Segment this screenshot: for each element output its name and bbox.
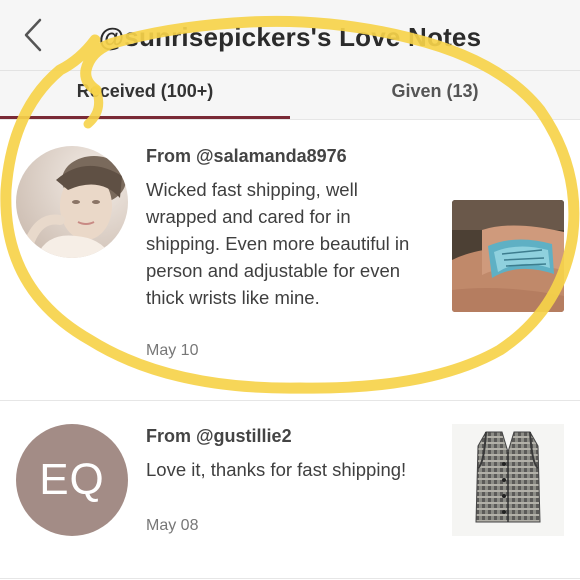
- avatar-initials: EQ: [39, 455, 105, 504]
- top-bar: @sunrisepickers's Love Notes: [0, 0, 580, 71]
- tab-given[interactable]: Given (13): [290, 71, 580, 119]
- note-date: May 10: [146, 342, 199, 359]
- note-date: May 08: [146, 517, 199, 534]
- profile-photo: [16, 146, 128, 258]
- active-tab-indicator: [0, 116, 290, 119]
- note-author[interactable]: From @salamanda8976: [146, 146, 347, 167]
- note-message: Love it, thanks for fast shipping!: [146, 459, 407, 480]
- list-item: EQ From @gustillie2 Love it, thanks for …: [0, 402, 580, 579]
- tab-received[interactable]: Received (100+): [0, 71, 290, 119]
- page-title: @sunrisepickers's Love Notes: [98, 22, 482, 52]
- item-thumbnail[interactable]: [452, 200, 564, 312]
- note-author[interactable]: From @gustillie2: [146, 426, 292, 447]
- bracelet-photo: [452, 200, 564, 312]
- note-message: Wicked fast shipping, well wrapped and c…: [146, 179, 410, 308]
- list-item: From @salamanda8976 Wicked fast shipping…: [0, 120, 580, 401]
- tab-received-label: Received (100+): [76, 81, 214, 101]
- tab-given-label: Given (13): [391, 81, 479, 101]
- tab-bar: Received (100+) Given (13): [0, 71, 580, 120]
- avatar[interactable]: EQ: [16, 424, 128, 536]
- vest-photo: [452, 424, 564, 536]
- item-thumbnail[interactable]: [452, 424, 564, 536]
- avatar[interactable]: [16, 146, 128, 258]
